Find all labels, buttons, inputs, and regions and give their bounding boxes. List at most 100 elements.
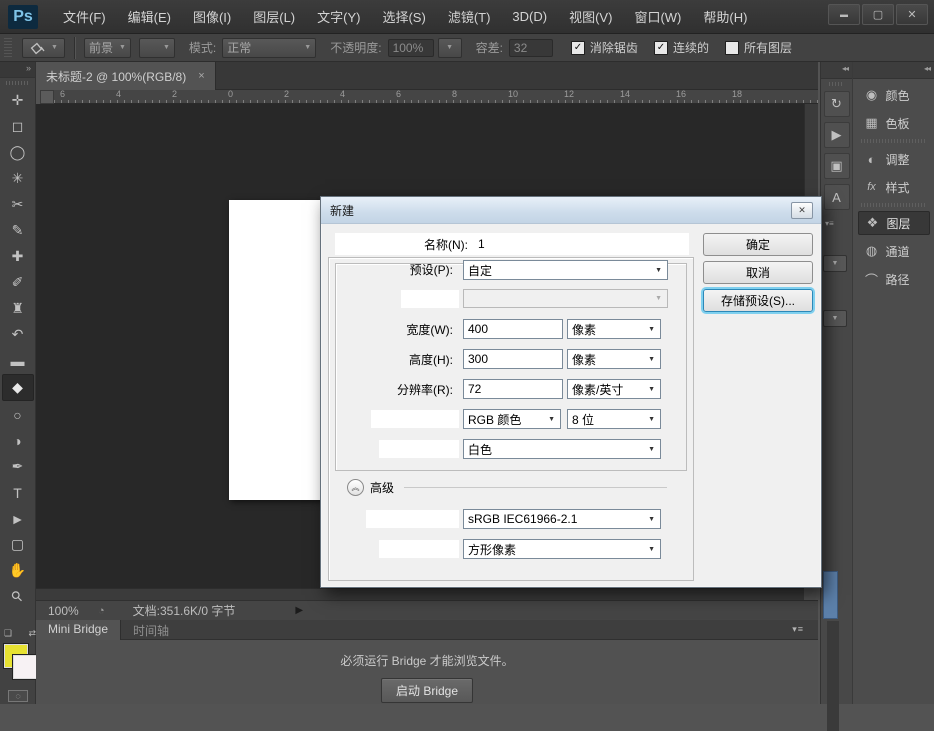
swap-colors-icon[interactable]: ⇄ xyxy=(28,628,36,640)
status-badge-icon: ◔ xyxy=(98,605,105,617)
fill-source-select[interactable]: 前景 ▼ xyxy=(84,38,131,58)
actions-panel-icon[interactable]: ▶ xyxy=(824,122,850,148)
height-unit-select[interactable]: 像素 ▼ xyxy=(567,349,661,369)
horizontal-scrollbar[interactable] xyxy=(36,588,804,600)
adjustments-panel-button[interactable]: ◐调整 xyxy=(858,147,930,171)
clone-stamp-tool-button[interactable]: ♜ xyxy=(3,296,33,321)
mode-select[interactable]: 正常 ▼ xyxy=(222,38,316,58)
shape-tool-button[interactable]: ▢ xyxy=(3,532,33,557)
collapse-advanced-button[interactable]: ︽ xyxy=(347,479,364,496)
opacity-slider-button[interactable]: ▼ xyxy=(438,38,462,58)
pen-tool-button[interactable]: ✒ xyxy=(3,454,33,479)
width-unit-select[interactable]: 像素 ▼ xyxy=(567,319,661,339)
dropdown-arrow-icon[interactable]: ▼ xyxy=(823,310,847,327)
eraser-tool-button[interactable]: ▬ xyxy=(3,348,33,373)
tab-timeline[interactable]: 时间轴 xyxy=(121,620,181,640)
color-profile-label-blank xyxy=(366,510,459,528)
name-input[interactable]: 1 xyxy=(474,237,485,251)
panel-menu-icon[interactable]: ▾≡ xyxy=(825,219,834,228)
channels-panel-button[interactable]: ◍通道 xyxy=(858,239,930,263)
zoom-tool-button[interactable]: ⚲ xyxy=(3,584,33,609)
path-selection-tool-button[interactable]: ► xyxy=(3,506,33,531)
width-input[interactable]: 400 xyxy=(463,319,563,339)
paint-bucket-tool-button[interactable]: ◆ xyxy=(2,374,34,401)
tolerance-input[interactable]: 32 xyxy=(509,39,553,57)
dock-collapse-button[interactable]: ◂◂ xyxy=(853,62,934,79)
maximize-button[interactable]: ▢ xyxy=(862,4,894,25)
menu-item[interactable]: 文件(F) xyxy=(52,0,117,33)
dock-collapse-button[interactable]: ◂◂ xyxy=(821,62,852,79)
save-preset-button[interactable]: 存储预设(S)... xyxy=(703,289,813,312)
panel-button-label: 图层 xyxy=(887,215,911,232)
status-flyout-button[interactable]: ▶ xyxy=(295,605,303,616)
dialog-close-button[interactable]: ✕ xyxy=(791,202,813,219)
color-mode-select[interactable]: RGB 颜色 ▼ xyxy=(463,409,561,429)
all-layers-checkbox[interactable]: ✓ 所有图层 xyxy=(725,39,792,56)
zoom-level-field[interactable]: 100% xyxy=(48,604,98,618)
opacity-input[interactable]: 100% xyxy=(388,39,434,57)
history-brush-tool-button[interactable]: ↶ xyxy=(3,322,33,347)
color-profile-select[interactable]: sRGB IEC61966-2.1 ▼ xyxy=(463,509,661,529)
color-panel-icon: ◉ xyxy=(862,87,882,103)
eyedropper-tool-button[interactable]: ✎ xyxy=(3,218,33,243)
contiguous-checkbox[interactable]: ✓ 连续的 xyxy=(654,39,709,56)
bit-depth-select[interactable]: 8 位 ▼ xyxy=(567,409,661,429)
tab-close-icon[interactable]: × xyxy=(198,70,204,82)
background-color-swatch[interactable] xyxy=(13,655,37,679)
ok-button[interactable]: 确定 xyxy=(703,233,813,256)
swatches-panel-button[interactable]: ▦色板 xyxy=(858,111,930,135)
menu-item[interactable]: 3D(D) xyxy=(501,0,558,33)
cancel-button[interactable]: 取消 xyxy=(703,261,813,284)
move-tool-button[interactable]: ✛ xyxy=(3,88,33,113)
history-panel-icon[interactable]: ↻ xyxy=(824,91,850,117)
dialog-titlebar[interactable]: 新建 ✕ xyxy=(321,197,821,224)
menu-item[interactable]: 图层(L) xyxy=(242,0,306,33)
menu-item[interactable]: 选择(S) xyxy=(371,0,436,33)
layers-panel-button[interactable]: ❖图层 xyxy=(858,211,930,235)
menu-item[interactable]: 编辑(E) xyxy=(117,0,182,33)
document-tab[interactable]: 未标题-2 @ 100%(RGB/8) × xyxy=(36,62,216,90)
launch-bridge-button[interactable]: 启动 Bridge xyxy=(381,678,473,703)
menu-item[interactable]: 文字(Y) xyxy=(306,0,371,33)
resolution-input[interactable]: 72 xyxy=(463,379,563,399)
anti-alias-checkbox[interactable]: ✓ 消除锯齿 xyxy=(571,39,638,56)
healing-brush-tool-button[interactable]: ✚ xyxy=(3,244,33,269)
blur-tool-button[interactable]: ○ xyxy=(3,402,33,427)
menu-item[interactable]: 滤镜(T) xyxy=(437,0,502,33)
minimize-button[interactable]: ▬ xyxy=(828,4,860,25)
menu-item[interactable]: 视图(V) xyxy=(558,0,623,33)
default-colors-icon[interactable]: ❏ xyxy=(4,628,12,640)
color-panel-button[interactable]: ◉颜色 xyxy=(858,83,930,107)
type-tool-button[interactable]: T xyxy=(3,480,33,505)
width-unit-value: 像素 xyxy=(572,321,596,338)
menu-item[interactable]: 图像(I) xyxy=(182,0,242,33)
magic-wand-tool-button[interactable]: ✳ xyxy=(3,166,33,191)
menu-item[interactable]: 帮助(H) xyxy=(692,0,758,33)
tool-preset-picker[interactable]: ▼ xyxy=(22,38,65,58)
pixel-aspect-select[interactable]: 方形像素 ▼ xyxy=(463,539,661,559)
marquee-tool-button[interactable]: ◻ xyxy=(3,114,33,139)
lasso-tool-button[interactable]: ◯ xyxy=(3,140,33,165)
height-input[interactable]: 300 xyxy=(463,349,563,369)
hand-tool-button[interactable]: ✋ xyxy=(3,558,33,583)
background-contents-select[interactable]: 白色 ▼ xyxy=(463,439,661,459)
h-ruler-label: 4 xyxy=(340,90,345,99)
paths-panel-button[interactable]: ⌒路径 xyxy=(858,267,930,291)
tab-mini-bridge[interactable]: Mini Bridge xyxy=(36,620,121,640)
quick-mask-button[interactable]: ◌ xyxy=(8,690,28,702)
tools-collapse-button[interactable]: » xyxy=(0,62,35,78)
pattern-picker[interactable]: ▼ xyxy=(139,38,175,58)
resolution-unit-select[interactable]: 像素/英寸 ▼ xyxy=(567,379,661,399)
preset-select[interactable]: 自定 ▼ xyxy=(463,260,668,280)
3d-panel-icon[interactable]: ▣ xyxy=(824,153,850,179)
panel-menu-icon[interactable]: ▾≡ xyxy=(792,624,804,635)
dodge-tool-button[interactable]: ◑ xyxy=(3,428,33,453)
menu-item[interactable]: 窗口(W) xyxy=(623,0,692,33)
crop-tool-button[interactable]: ✂ xyxy=(3,192,33,217)
resolution-label: 分辨率(R): xyxy=(321,381,459,398)
character-panel-icon[interactable]: A xyxy=(824,184,850,210)
styles-panel-button[interactable]: fx样式 xyxy=(858,175,930,199)
close-button[interactable]: ✕ xyxy=(896,4,928,25)
brush-tool-button[interactable]: ✐ xyxy=(3,270,33,295)
dropdown-arrow-icon[interactable]: ▼ xyxy=(823,255,847,272)
